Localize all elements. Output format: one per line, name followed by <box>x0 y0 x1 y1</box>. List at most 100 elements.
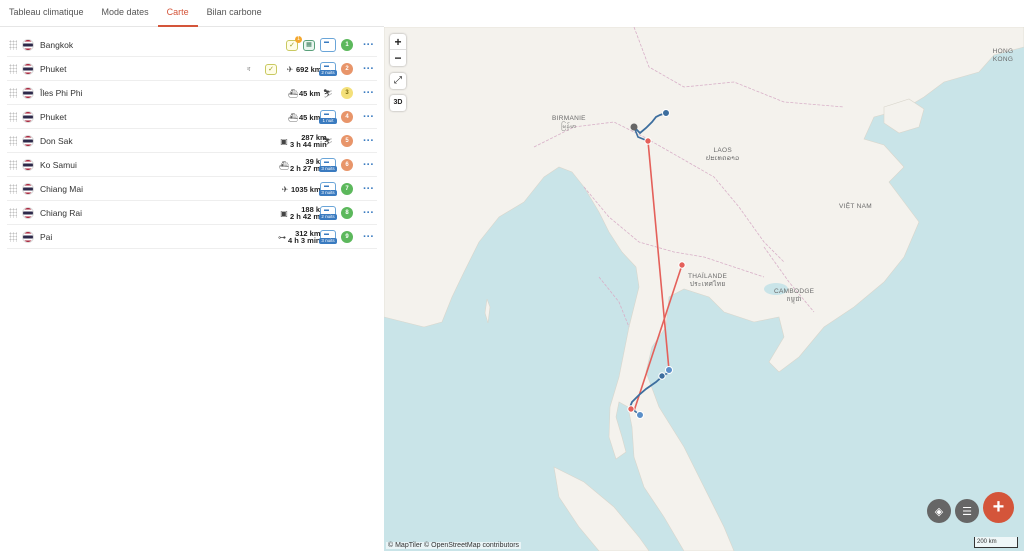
hiking-icon: ⛷ <box>322 136 334 146</box>
tab-bilan-carbone[interactable]: Bilan carbone <box>198 0 271 27</box>
map-marker <box>644 137 652 145</box>
accommodation-icon[interactable]: ▬ 2 nuits <box>319 206 337 220</box>
bus-icon: ▣ <box>280 136 288 146</box>
accommodation-icon[interactable]: ▬ 3 nuits <box>319 230 337 244</box>
stop-number: 9 <box>341 231 353 243</box>
more-options-icon[interactable]: ··· <box>363 232 374 243</box>
stop-number: 4 <box>341 111 353 123</box>
list-item[interactable]: Bangkok ✓ 1 ▦ ▬ 1 ··· <box>7 33 377 57</box>
filters-button[interactable]: ☰ <box>955 499 979 523</box>
scooter-icon: ⊶ <box>278 232 286 242</box>
list-item[interactable]: Chiang Rai ▣ 188 km 2 h 42 min ▬ 2 nuits … <box>7 201 377 225</box>
list-item[interactable]: Phuket ⛴ 45 km ▬ 1 nuit 4 ··· <box>7 105 377 129</box>
stop-number: 1 <box>341 39 353 51</box>
thailand-flag-icon <box>22 38 34 51</box>
map-label-cambodge: CAMBODGE កម្ពុជា <box>774 288 815 303</box>
stop-number: 3 <box>341 87 353 99</box>
drag-handle-icon[interactable] <box>9 183 17 194</box>
drag-handle-icon[interactable] <box>9 87 17 98</box>
more-options-icon[interactable]: ··· <box>363 112 374 123</box>
more-options-icon[interactable]: ··· <box>363 136 374 147</box>
stop-number: 2 <box>341 63 353 75</box>
transport-time: 4 h 3 min <box>288 236 321 245</box>
map-marker <box>627 405 635 413</box>
thailand-flag-icon <box>22 86 34 99</box>
thailand-flag-icon <box>22 182 34 195</box>
stop-city: Bangkok <box>40 39 74 50</box>
stop-city: Phuket <box>40 111 67 122</box>
tab-tableau-climatique[interactable]: Tableau climatique <box>0 0 93 27</box>
accommodation-icon[interactable]: ▬ 1 nuit <box>319 110 337 124</box>
stop-city: Phuket <box>40 63 67 74</box>
stop-number: 6 <box>341 159 353 171</box>
list-item[interactable]: Îles Phi Phi ⛴ 45 km ⛷ 3 ··· <box>7 81 377 105</box>
bus-icon: ▣ <box>280 208 288 218</box>
list-item[interactable]: Pai ⊶ 312 km 4 h 3 min ▬ 3 nuits 9 ··· <box>7 225 377 249</box>
checklist-icon[interactable]: ✓ <box>265 63 277 75</box>
itinerary-list: Bangkok ✓ 1 ▦ ▬ 1 ··· Phuket ব ✓ ✈ 692 k… <box>0 27 384 551</box>
more-options-icon[interactable]: ··· <box>363 88 374 99</box>
accommodation-icon[interactable]: ▬ 3 nuits <box>319 158 337 172</box>
mainland-landmass <box>384 27 1024 551</box>
boat-icon: ⛴ <box>278 160 290 170</box>
drag-handle-icon[interactable] <box>9 135 17 146</box>
tab-carte[interactable]: Carte <box>157 0 198 27</box>
thailand-flag-icon <box>22 134 34 147</box>
stop-city: Chiang Mai <box>40 183 83 194</box>
more-options-icon[interactable]: ··· <box>363 184 374 195</box>
map-label-vietnam: VIỆT NAM <box>839 203 872 210</box>
zoom-in-button[interactable]: + <box>390 34 406 50</box>
thailand-flag-icon <box>22 110 34 123</box>
more-options-icon[interactable]: ··· <box>363 64 374 75</box>
map-canvas[interactable] <box>384 27 1024 551</box>
calendar-icon[interactable]: ▦ <box>303 39 315 51</box>
drag-handle-icon[interactable] <box>9 207 17 218</box>
map-marker <box>662 109 670 117</box>
more-options-icon[interactable]: ··· <box>363 40 374 51</box>
transport-distance: 45 km <box>299 88 321 98</box>
accommodation-icon[interactable]: ▬ 3 nuits <box>319 182 337 196</box>
zoom-out-button[interactable]: − <box>390 50 406 66</box>
tab-mode-dates[interactable]: Mode dates <box>93 0 158 27</box>
zoom-controls: + − <box>390 34 406 66</box>
layers-button[interactable]: ◈ <box>927 499 951 523</box>
list-item[interactable]: Ko Samui ⛴ 39 km 2 h 27 min ▬ 3 nuits 6 ·… <box>7 153 377 177</box>
fullscreen-button[interactable]: ⤢ <box>390 73 406 89</box>
stop-city: Don Sak <box>40 135 73 146</box>
drag-handle-icon[interactable] <box>9 63 17 74</box>
boat-icon: ⛴ <box>287 112 299 122</box>
drag-handle-icon[interactable] <box>9 159 17 170</box>
translate-icon[interactable]: ব <box>247 64 250 75</box>
add-stop-button[interactable]: + <box>983 492 1014 523</box>
thailand-flag-icon <box>22 158 34 171</box>
tab-bar: Tableau climatique Mode dates Carte Bila… <box>0 0 384 27</box>
more-options-icon[interactable]: ··· <box>363 160 374 171</box>
boat-icon: ⛴ <box>287 88 299 98</box>
3d-button[interactable]: 3D <box>390 95 406 111</box>
more-options-icon[interactable]: ··· <box>363 208 374 219</box>
map-marker <box>678 261 686 269</box>
thailand-flag-icon <box>22 230 34 243</box>
list-item[interactable]: Don Sak ▣ 287 km 3 h 44 min ⛷ 5 ··· <box>7 129 377 153</box>
accommodation-icon[interactable]: ▬ <box>320 38 336 52</box>
drag-handle-icon[interactable] <box>9 231 17 242</box>
stop-number: 8 <box>341 207 353 219</box>
map-label-laos: LAOS ປະເທດລາວ <box>706 147 740 162</box>
transport-distance: 45 km <box>299 112 321 122</box>
drag-handle-icon[interactable] <box>9 111 17 122</box>
plane-icon: ✈ <box>286 64 294 74</box>
hiking-icon: ⛷ <box>322 88 334 98</box>
andaman-islands <box>484 298 491 324</box>
map-attribution[interactable]: © MapTiler © OpenStreetMap contributors <box>386 542 522 549</box>
country-border <box>598 276 630 328</box>
map-label-thailande: THAÏLANDE ประเทศไทย <box>688 273 728 288</box>
stop-city: Ko Samui <box>40 159 77 170</box>
plus-icon: + <box>992 496 1005 518</box>
drag-handle-icon[interactable] <box>9 39 17 50</box>
accommodation-icon[interactable]: ▬ 2 nuits <box>319 62 337 76</box>
list-item[interactable]: Chiang Mai ✈ 1035 km ▬ 3 nuits 7 ··· <box>7 177 377 201</box>
list-item[interactable]: Phuket ব ✓ ✈ 692 km ▬ 2 nuits 2 ··· <box>7 57 377 81</box>
map-marker <box>665 366 673 374</box>
map-view[interactable]: BIRMANIE မြန်မာ LAOS ປະເທດລາວ VIỆT NAM THA… <box>384 27 1024 551</box>
stop-city: Îles Phi Phi <box>40 87 83 98</box>
